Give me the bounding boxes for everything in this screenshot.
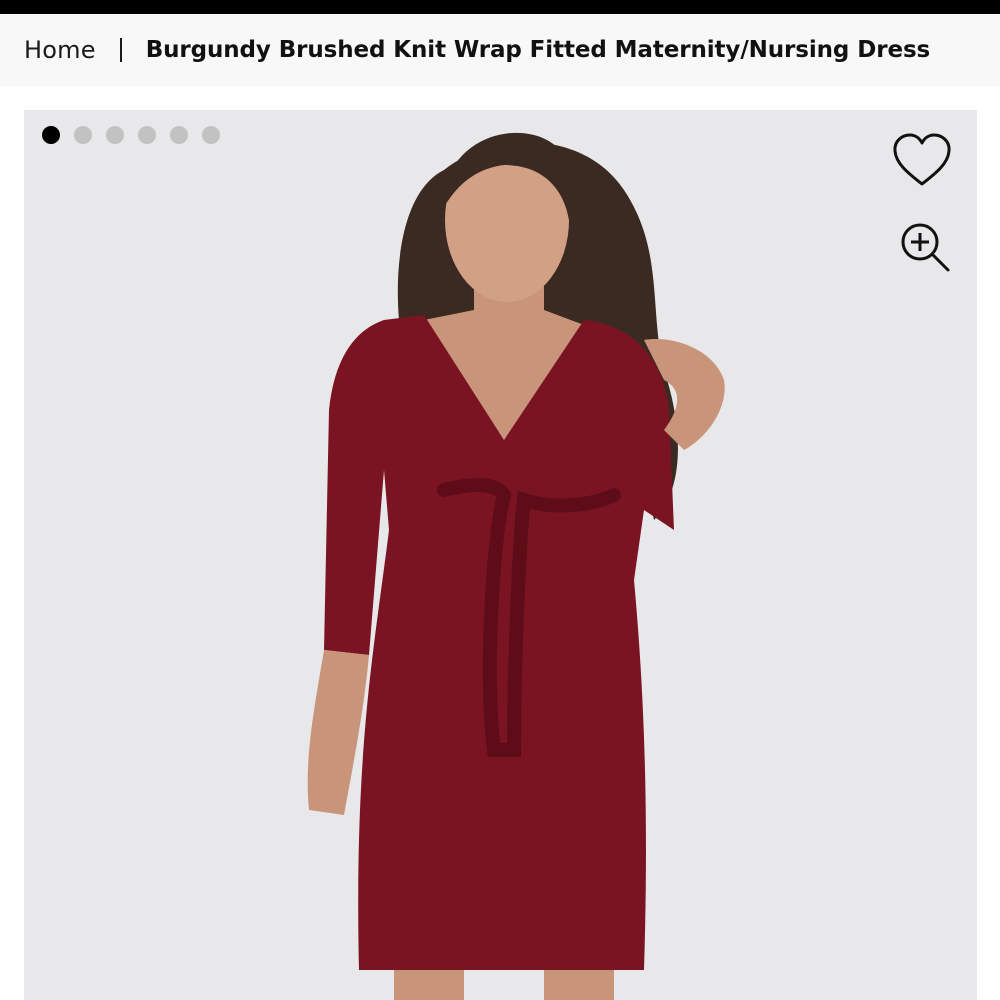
breadcrumb-home-link[interactable]: Home — [24, 36, 96, 64]
breadcrumb: Home Burgundy Brushed Knit Wrap Fitted M… — [24, 14, 930, 86]
zoom-in-icon — [901, 223, 950, 272]
gallery-dot-1[interactable] — [42, 126, 60, 144]
breadcrumb-separator — [119, 38, 122, 62]
product-image-gallery[interactable] — [24, 110, 977, 1000]
add-to-wishlist-button[interactable] — [890, 132, 954, 190]
product-photo — [24, 110, 977, 1000]
gallery-dot-6[interactable] — [202, 126, 220, 144]
top-status-bar — [0, 0, 1000, 14]
gallery-dot-5[interactable] — [170, 126, 188, 144]
gallery-dot-2[interactable] — [74, 126, 92, 144]
heart-icon — [893, 133, 951, 186]
gallery-dot-4[interactable] — [138, 126, 156, 144]
gallery-pagination — [42, 126, 220, 144]
gallery-dot-3[interactable] — [106, 126, 124, 144]
breadcrumb-current-page: Burgundy Brushed Knit Wrap Fitted Matern… — [145, 37, 931, 63]
zoom-image-button[interactable] — [898, 220, 954, 276]
